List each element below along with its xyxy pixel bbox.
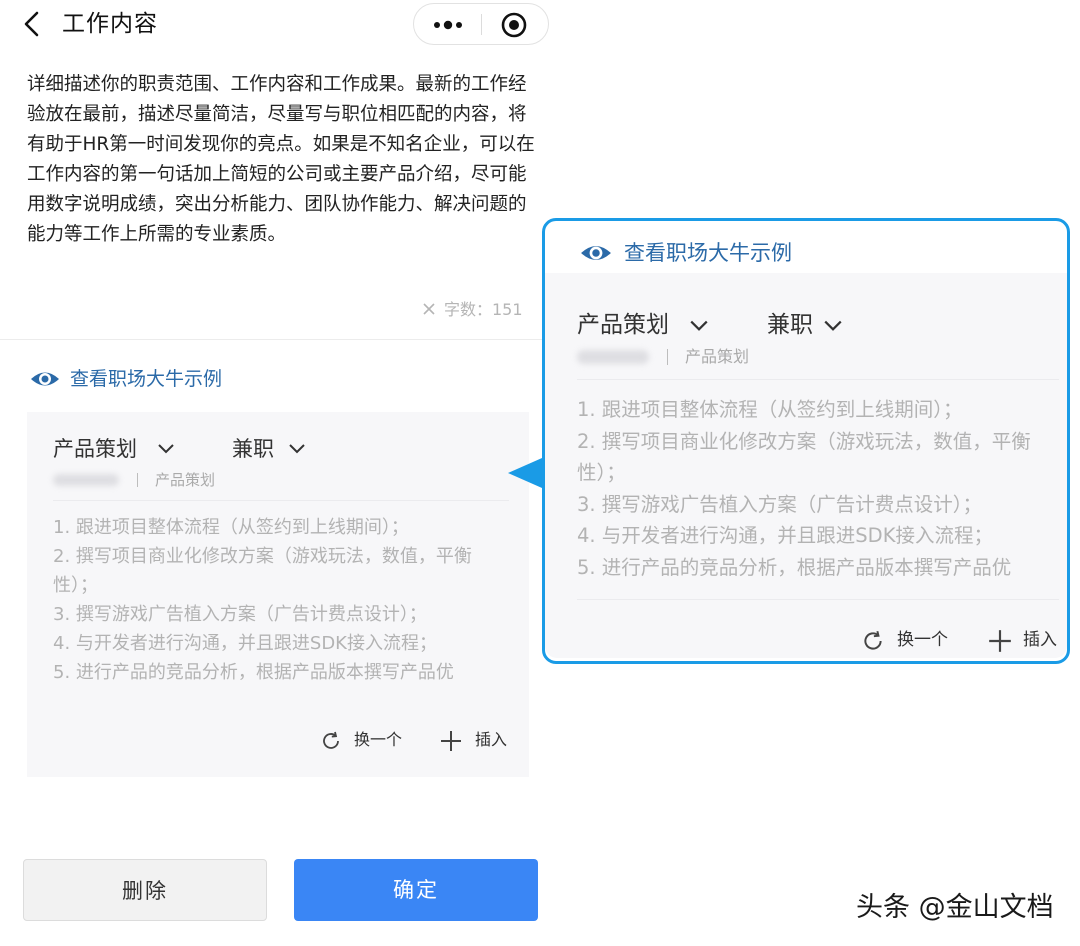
word-count-text: 字数：151 bbox=[444, 300, 523, 319]
role-dropdown-label: 产品策划 bbox=[577, 312, 669, 338]
eye-icon bbox=[31, 372, 59, 386]
list-item: 5. 进行产品的竞品分析，根据产品版本撰写产品优 bbox=[577, 555, 1012, 579]
blurred-company-name bbox=[577, 350, 649, 364]
refresh-label: 换一个 bbox=[354, 730, 403, 749]
eye-icon bbox=[581, 246, 611, 260]
list-item: 2. 撰写项目商业化修改方案（游戏玩法，数值，平衡性）； bbox=[577, 429, 1031, 485]
chevron-down-icon bbox=[690, 320, 708, 331]
section-divider bbox=[0, 339, 548, 340]
duty-list: 1. 跟进项目整体流程（从签约到上线期间）； 2. 撰写项目商业化修改方案（游戏… bbox=[53, 513, 509, 687]
job-type-dropdown[interactable]: 兼职 bbox=[767, 309, 867, 341]
job-type-dropdown-label: 兼职 bbox=[767, 312, 813, 338]
view-example-label: 查看职场大牛示例 bbox=[624, 241, 792, 265]
refresh-icon bbox=[323, 731, 339, 749]
role-dropdown-label: 产品策划 bbox=[53, 437, 137, 461]
example-card: 产品策划 兼职 产品策划 1. 跟进项目整体流程（从签约到上线期间）； 2. 撰… bbox=[27, 412, 529, 777]
delete-button[interactable]: 删除 bbox=[23, 859, 267, 921]
blurred-company-name bbox=[53, 474, 119, 486]
view-expert-example-link[interactable]: 查看职场大牛示例 bbox=[30, 366, 270, 392]
job-type-dropdown[interactable]: 兼职 bbox=[232, 434, 322, 464]
list-item: 4. 与开发者进行沟通，并且跟进SDK接入流程； bbox=[577, 524, 993, 547]
back-arrow-icon[interactable] bbox=[18, 8, 46, 40]
insert-button[interactable]: 插入 bbox=[987, 627, 1067, 653]
chevron-down-icon bbox=[289, 444, 305, 454]
insert-label: 插入 bbox=[1023, 630, 1057, 650]
insert-label: 插入 bbox=[475, 730, 508, 749]
sub-separator bbox=[137, 473, 138, 487]
plus-icon bbox=[989, 630, 1011, 652]
job-content-textarea[interactable]: 详细描述你的职责范围、工作内容和工作成果。最新的工作经验放在最前，描述尽量简洁，… bbox=[27, 70, 539, 250]
page-title: 工作内容 bbox=[62, 11, 158, 37]
list-item: 5. 进行产品的竞品分析，根据产品版本撰写产品优 bbox=[53, 662, 454, 683]
role-subtitle: 产品策划 bbox=[155, 471, 216, 489]
list-item: 3. 撰写游戏广告植入方案（广告计费点设计）； bbox=[577, 492, 983, 516]
refresh-label: 换一个 bbox=[897, 630, 948, 650]
duty-list: 1. 跟进项目整体流程（从签约到上线期间）； 2. 撰写项目商业化修改方案（游戏… bbox=[577, 394, 1059, 583]
job-type-dropdown-label: 兼职 bbox=[232, 437, 274, 461]
more-dots-icon[interactable] bbox=[428, 10, 468, 40]
callout-pointer bbox=[508, 458, 542, 488]
confirm-button[interactable]: 确定 bbox=[294, 859, 538, 921]
refresh-button[interactable]: 换一个 bbox=[320, 728, 420, 752]
card-divider bbox=[577, 599, 1059, 600]
example-card-zoomed: 产品策划 兼职 产品策划 1. 跟进项目整体流程（从签约到上线期间）； 2. 撰… bbox=[545, 273, 1067, 658]
role-dropdown[interactable]: 产品策划 bbox=[577, 309, 747, 341]
view-example-label: 查看职场大牛示例 bbox=[70, 368, 223, 390]
card-divider bbox=[577, 379, 1059, 380]
list-item: 4. 与开发者进行沟通，并且跟进SDK接入流程； bbox=[53, 633, 437, 654]
sub-separator bbox=[667, 349, 668, 365]
role-subtitle: 产品策划 bbox=[685, 347, 750, 366]
chevron-down-icon bbox=[824, 320, 842, 331]
plus-icon bbox=[441, 731, 461, 751]
view-expert-example-link-zoomed[interactable]: 查看职场大牛示例 bbox=[580, 239, 840, 267]
mini-program-capsule bbox=[413, 3, 549, 45]
close-target-icon[interactable] bbox=[500, 11, 528, 39]
capsule-divider bbox=[481, 14, 482, 35]
word-count: 字数：151 bbox=[422, 298, 523, 322]
nav-bar: 工作内容 bbox=[0, 0, 560, 50]
role-dropdown[interactable]: 产品策划 bbox=[53, 434, 213, 464]
watermark: 头条 @金山文档 bbox=[856, 892, 1054, 923]
refresh-icon bbox=[864, 630, 882, 650]
clear-icon[interactable] bbox=[422, 302, 436, 316]
refresh-button[interactable]: 换一个 bbox=[861, 627, 971, 653]
list-item: 1. 跟进项目整体流程（从签约到上线期间）； bbox=[577, 398, 963, 421]
chevron-down-icon bbox=[158, 444, 174, 454]
list-item: 1. 跟进项目整体流程（从签约到上线期间）； bbox=[53, 517, 409, 538]
list-item: 2. 撰写项目商业化修改方案（游戏玩法，数值，平衡性）； bbox=[53, 546, 472, 596]
insert-button[interactable]: 插入 bbox=[439, 728, 524, 752]
list-item: 3. 撰写游戏广告植入方案（广告计费点设计）； bbox=[53, 604, 427, 625]
card-divider bbox=[53, 500, 509, 501]
